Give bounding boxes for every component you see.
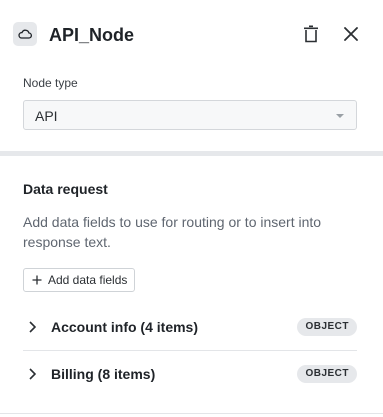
type-badge: OBJECT <box>297 365 357 383</box>
node-type-selected-value: API <box>35 108 58 124</box>
node-type-select[interactable]: API <box>23 100 357 130</box>
bottom-divider <box>0 413 383 414</box>
caret-down-icon <box>336 114 344 118</box>
data-group-label: Account info (4 items) <box>51 319 199 335</box>
add-data-fields-button[interactable]: Add data fields <box>23 268 135 292</box>
cloud-icon <box>13 22 37 46</box>
add-data-fields-label: Add data fields <box>48 273 128 287</box>
data-group-label: Billing (8 items) <box>51 366 156 382</box>
chevron-right-icon[interactable] <box>29 321 36 333</box>
panel-title: API_Node <box>49 25 135 45</box>
data-group-row-account-info[interactable]: Account info (4 items) OBJECT <box>23 304 357 350</box>
section-divider <box>0 151 383 156</box>
data-request-description: Add data fields to use for routing or to… <box>23 214 322 250</box>
chevron-right-icon[interactable] <box>29 368 36 380</box>
data-request-title: Data request <box>23 181 108 197</box>
panel-header: API_Node <box>0 0 383 68</box>
trash-icon[interactable] <box>299 22 323 46</box>
close-icon[interactable] <box>339 22 363 46</box>
plus-icon <box>32 275 42 285</box>
node-type-label: Node type <box>23 76 78 90</box>
type-badge: OBJECT <box>297 318 357 336</box>
data-group-row-billing[interactable]: Billing (8 items) OBJECT <box>23 350 357 397</box>
